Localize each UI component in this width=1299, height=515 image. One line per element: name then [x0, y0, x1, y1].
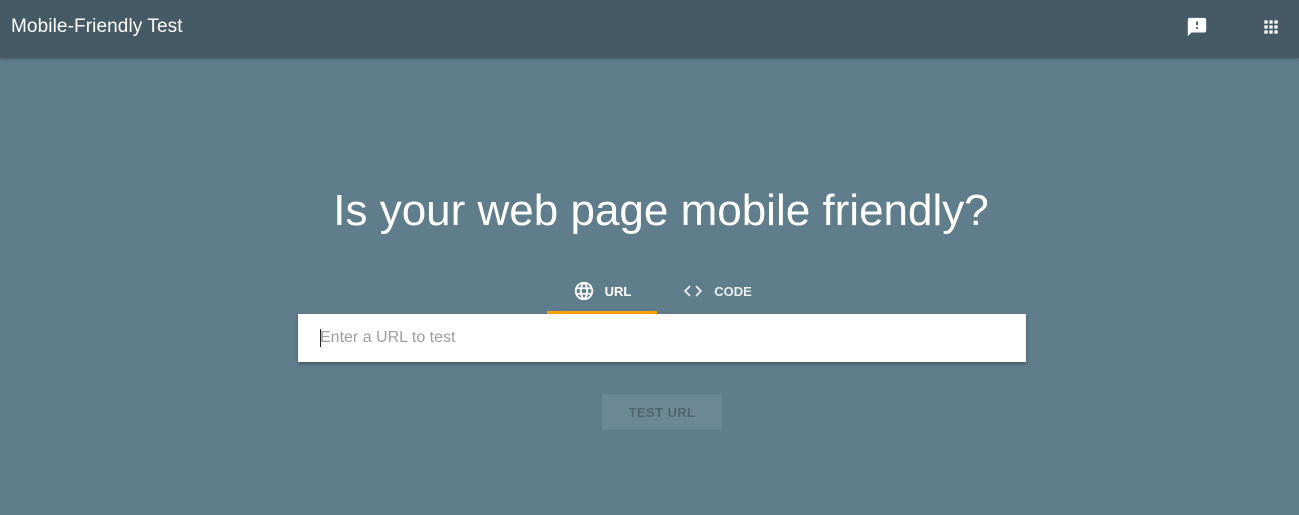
- app-title: Mobile-Friendly Test: [11, 16, 183, 37]
- globe-icon: [573, 280, 595, 302]
- code-icon: [682, 280, 704, 302]
- app-bar: Mobile-Friendly Test: [0, 0, 1299, 58]
- url-input[interactable]: [320, 314, 1010, 362]
- input-mode-tabs: URL CODE: [547, 268, 777, 314]
- apps-icon: [1261, 17, 1281, 42]
- page-headline: Is your web page mobile friendly?: [333, 186, 989, 235]
- test-url-button[interactable]: TEST URL: [602, 394, 722, 430]
- text-caret: [320, 329, 321, 347]
- tab-code[interactable]: CODE: [657, 268, 777, 314]
- tab-code-label: CODE: [714, 283, 752, 299]
- url-input-container: [298, 314, 1026, 362]
- apps-button[interactable]: [1255, 13, 1287, 45]
- tab-url-label: URL: [604, 283, 632, 299]
- tab-url[interactable]: URL: [547, 268, 657, 314]
- feedback-button[interactable]: [1181, 13, 1213, 45]
- feedback-icon: [1186, 16, 1208, 43]
